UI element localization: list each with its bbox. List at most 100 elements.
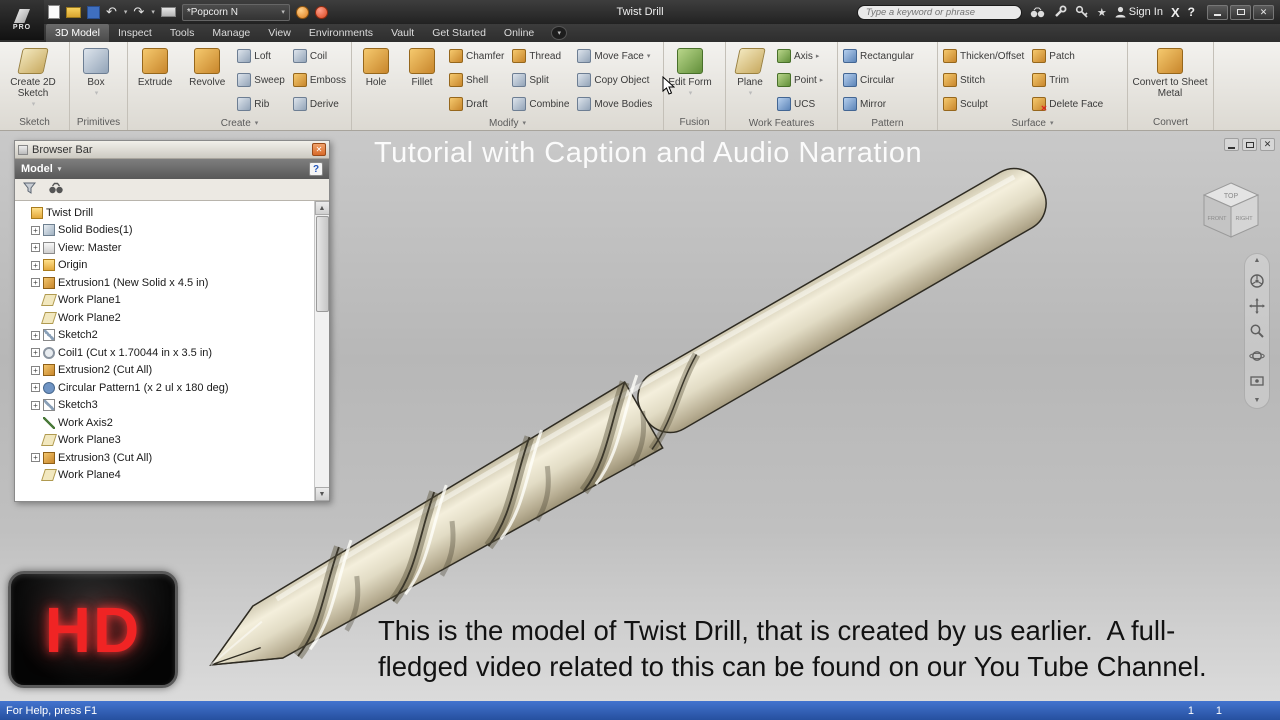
tree-item[interactable]: Work Plane1: [31, 292, 314, 310]
trim-button[interactable]: Trim: [1029, 68, 1106, 92]
panel-label-modify[interactable]: Modify ▾: [352, 116, 663, 130]
rib-button[interactable]: Rib: [234, 92, 288, 116]
tree-item[interactable]: + Solid Bodies(1): [31, 222, 314, 240]
tree-expander-icon[interactable]: +: [31, 453, 40, 463]
help-icon[interactable]: ?: [1188, 5, 1195, 19]
undo-icon[interactable]: ↶: [106, 6, 117, 19]
key-icon[interactable]: [1075, 5, 1089, 19]
fillet-button[interactable]: Fillet: [400, 44, 444, 88]
panel-label-sketch[interactable]: Sketch: [0, 115, 69, 130]
draft-button[interactable]: Draft: [446, 92, 507, 116]
tree-item[interactable]: Work Plane4: [31, 467, 314, 485]
look-at-icon[interactable]: [1249, 373, 1265, 389]
tab-online[interactable]: Online: [495, 24, 543, 42]
delete-face-button[interactable]: Delete Face: [1029, 92, 1106, 116]
move-face-button[interactable]: Move Face ▾: [574, 44, 655, 68]
tree-expander-icon[interactable]: +: [31, 383, 40, 393]
tree-item[interactable]: + Extrusion1 (New Solid x 4.5 in): [31, 274, 314, 292]
tree-item[interactable]: + View: Master: [31, 239, 314, 257]
minimize-button[interactable]: [1207, 4, 1228, 20]
sculpt-button[interactable]: Sculpt: [940, 92, 1027, 116]
browser-close-icon[interactable]: ✕: [312, 143, 326, 156]
doc-restore-button[interactable]: [1242, 138, 1257, 151]
panel-label-primitives[interactable]: Primitives: [70, 115, 127, 130]
tab-vault[interactable]: Vault: [382, 24, 423, 42]
panel-label-convert[interactable]: Convert: [1128, 115, 1213, 130]
view-cube[interactable]: TOP FRONT RIGHT: [1196, 175, 1266, 245]
new-file-icon[interactable]: [48, 5, 60, 19]
tree-item[interactable]: + Extrusion2 (Cut All): [31, 362, 314, 380]
rectangular-pattern-button[interactable]: Rectangular: [840, 44, 917, 68]
tree-item[interactable]: Work Axis2: [31, 414, 314, 432]
wrench-icon[interactable]: [1053, 5, 1067, 19]
tab-view[interactable]: View: [259, 24, 300, 42]
emboss-button[interactable]: Emboss: [290, 68, 349, 92]
tree-item[interactable]: + Origin: [31, 257, 314, 275]
tree-item[interactable]: + Extrusion3 (Cut All): [31, 449, 314, 467]
orbit-icon[interactable]: [1249, 348, 1265, 364]
search-input[interactable]: [856, 4, 1022, 20]
undo-dropdown-icon[interactable]: ▾: [124, 8, 128, 16]
chamfer-button[interactable]: Chamfer: [446, 44, 507, 68]
revolve-button[interactable]: Revolve: [182, 44, 232, 88]
tree-item[interactable]: + Coil1 (Cut x 1.70044 in x 3.5 in): [31, 344, 314, 362]
tree-item[interactable]: + Sketch2: [31, 327, 314, 345]
panel-label-work-features[interactable]: Work Features: [726, 116, 837, 130]
panel-label-fusion[interactable]: Fusion: [664, 115, 725, 130]
tab-environments[interactable]: Environments: [300, 24, 382, 42]
navbar-collapse-down-icon[interactable]: ▼: [1254, 397, 1261, 404]
circular-pattern-button[interactable]: Circular: [840, 68, 917, 92]
create-2d-sketch-button[interactable]: Create 2D Sketch ▾: [2, 44, 64, 110]
box-button[interactable]: Box ▾: [72, 44, 120, 99]
close-button[interactable]: ✕: [1253, 4, 1274, 20]
point-button[interactable]: Point ▸: [774, 68, 826, 92]
pan-icon[interactable]: [1249, 298, 1265, 314]
tree-item[interactable]: Work Plane3: [31, 432, 314, 450]
tab-tools[interactable]: Tools: [161, 24, 204, 42]
split-button[interactable]: Split: [509, 68, 572, 92]
print-icon[interactable]: [160, 7, 176, 17]
zoom-icon[interactable]: [1249, 323, 1265, 339]
derive-button[interactable]: Derive: [290, 92, 349, 116]
patch-button[interactable]: Patch: [1029, 44, 1106, 68]
edit-form-button[interactable]: Edit Form ▾: [666, 44, 714, 99]
copy-object-button[interactable]: Copy Object: [574, 68, 655, 92]
tree-item[interactable]: + Sketch3: [31, 397, 314, 415]
application-menu-button[interactable]: PRO: [0, 0, 44, 40]
appearance-combo[interactable]: *Popcorn N ▾: [181, 3, 290, 21]
scroll-down-icon[interactable]: ▼: [314, 487, 329, 501]
scroll-up-icon[interactable]: ▲: [314, 201, 329, 215]
panel-label-create[interactable]: Create ▾: [128, 116, 351, 130]
doc-close-button[interactable]: ✕: [1260, 138, 1275, 151]
move-bodies-button[interactable]: Move Bodies: [574, 92, 655, 116]
loft-button[interactable]: Loft: [234, 44, 288, 68]
favorites-star-icon[interactable]: ★: [1097, 6, 1107, 19]
sweep-button[interactable]: Sweep: [234, 68, 288, 92]
panel-label-surface[interactable]: Surface ▾: [938, 116, 1127, 130]
browser-mode-dropdown[interactable]: Model ▾: [21, 163, 61, 175]
browser-titlebar[interactable]: Browser Bar ✕: [15, 141, 329, 159]
find-binoculars-icon[interactable]: [48, 181, 64, 199]
doc-minimize-button[interactable]: [1224, 138, 1239, 151]
shell-button[interactable]: Shell: [446, 68, 507, 92]
tree-expander-icon[interactable]: +: [31, 400, 40, 410]
tree-expander-icon[interactable]: +: [31, 260, 40, 270]
open-file-icon[interactable]: [66, 6, 81, 18]
tree-item[interactable]: + Circular Pattern1 (x 2 ul x 180 deg): [31, 379, 314, 397]
tree-item[interactable]: Work Plane2: [31, 309, 314, 327]
panel-label-pattern[interactable]: Pattern: [838, 116, 937, 130]
filter-icon[interactable]: [22, 181, 37, 199]
scroll-thumb[interactable]: [315, 216, 329, 312]
viewport[interactable]: Browser Bar ✕ Model ▾ ? Twist Drill + Solid…: [0, 131, 1280, 701]
stitch-button[interactable]: Stitch: [940, 68, 1027, 92]
tab-inspect[interactable]: Inspect: [109, 24, 161, 42]
tab-3d-model[interactable]: 3D Model: [46, 24, 109, 42]
ribbon-options-icon[interactable]: ▾: [551, 26, 568, 40]
redo-dropdown-icon[interactable]: ▾: [151, 8, 155, 16]
tree-expander-icon[interactable]: +: [31, 278, 40, 288]
tree-item[interactable]: Twist Drill: [19, 204, 314, 222]
thicken-offset-button[interactable]: Thicken/Offset: [940, 44, 1027, 68]
combine-button[interactable]: Combine: [509, 92, 572, 116]
search-binoculars-icon[interactable]: [1030, 7, 1045, 18]
tree-expander-icon[interactable]: +: [31, 243, 40, 253]
